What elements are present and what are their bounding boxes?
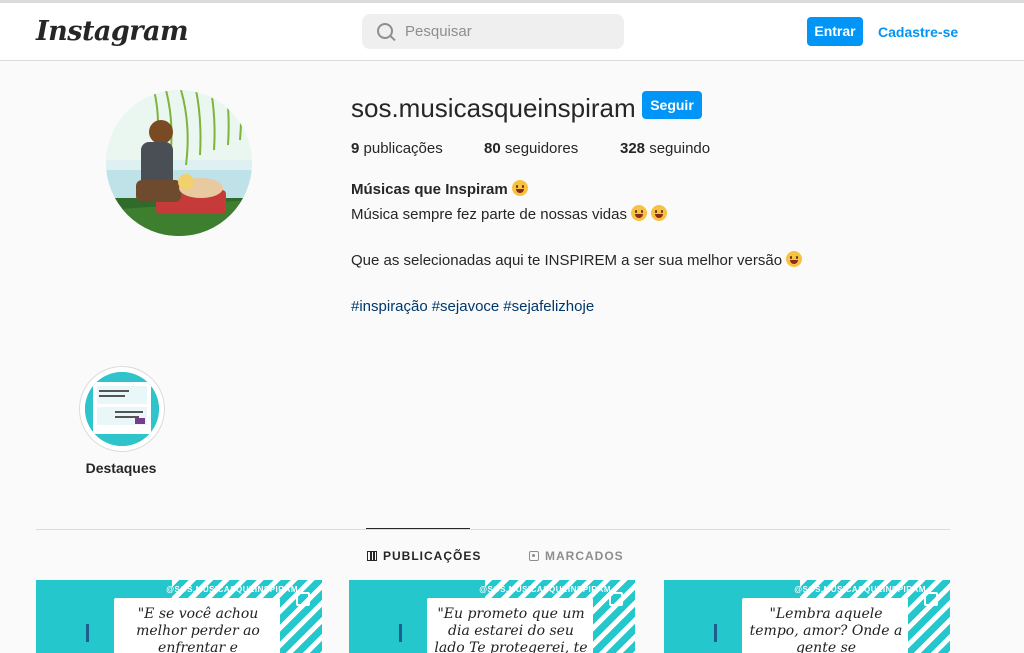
search-input[interactable]: Pesquisar xyxy=(362,14,624,49)
stat-followers[interactable]: 80 seguidores xyxy=(484,140,578,157)
stat-following-label: seguindo xyxy=(649,140,711,157)
hashtag-link[interactable]: #sejafelizhoje xyxy=(503,298,594,315)
avatar-illustration xyxy=(106,90,252,236)
post-handle: @SOS.MUSICASQUEINSPIRAM xyxy=(166,585,298,594)
stat-posts-count: 9 xyxy=(351,140,360,157)
wink-tongue-emoji-icon xyxy=(650,205,667,221)
top-navbar: Instagram Pesquisar Entrar Cadastre-se xyxy=(0,3,1024,61)
follow-button[interactable]: Seguir xyxy=(642,91,702,119)
search-placeholder: Pesquisar xyxy=(405,23,472,40)
tabs-divider xyxy=(36,529,950,530)
stat-posts[interactable]: 9 publicações xyxy=(351,140,443,157)
bio-name: Músicas que Inspiram xyxy=(351,180,528,198)
post-thumbnail[interactable]: @SOS.MUSICASQUEINSPIRAM "Lembra aquele t… xyxy=(664,580,950,653)
grin-emoji-icon xyxy=(511,180,528,196)
highlight-label: Destaques xyxy=(85,460,157,476)
stat-following-count: 328 xyxy=(620,140,646,157)
post-thumbnail[interactable]: @SOS.MUSICASQUEINSPIRAM "E se você achou… xyxy=(36,580,322,653)
post-quote: "Lembra aquele tempo, amor? Onde a gente… xyxy=(749,606,903,653)
post-handle: @SOS.MUSICASQUEINSPIRAM xyxy=(794,585,926,594)
profile-username: sos.musicasqueinspiram xyxy=(351,93,636,123)
tab-marcados[interactable]: MARCADOS xyxy=(529,549,624,563)
login-button[interactable]: Entrar xyxy=(807,17,863,46)
bio-line-1: Música sempre fez parte de nossas vidas xyxy=(351,205,667,223)
carousel-icon xyxy=(296,592,310,606)
post-handle: @SOS.MUSICASQUEINSPIRAM xyxy=(479,585,611,594)
stat-posts-label: publicações xyxy=(363,140,443,157)
bio-line-2-text: Que as selecionadas aqui te INSPIREM a s… xyxy=(351,252,783,269)
active-tab-indicator xyxy=(366,528,470,529)
relieved-emoji-icon xyxy=(786,251,803,267)
tab-marcados-label: MARCADOS xyxy=(545,549,624,563)
music-note-icon xyxy=(86,624,99,642)
bio-hashtags: #inspiração #sejavoce #sejafelizhoje xyxy=(351,298,598,315)
story-highlight[interactable] xyxy=(79,366,165,452)
tab-publicacoes[interactable]: PUBLICAÇÕES xyxy=(367,549,481,563)
music-note-icon xyxy=(399,624,412,642)
bio-line-2: Que as selecionadas aqui te INSPIREM a s… xyxy=(351,251,803,269)
highlight-cover-art xyxy=(85,372,159,446)
tag-icon xyxy=(529,551,539,561)
music-note-icon xyxy=(714,624,727,642)
carousel-icon xyxy=(924,592,938,606)
signup-link[interactable]: Cadastre-se xyxy=(878,24,958,40)
hashtag-link[interactable]: #sejavoce xyxy=(432,298,500,315)
instagram-logo[interactable]: Instagram xyxy=(36,16,189,47)
stat-followers-label: seguidores xyxy=(504,140,579,157)
grid-icon xyxy=(367,551,377,561)
bio-name-text: Músicas que Inspiram xyxy=(351,181,508,198)
search-icon xyxy=(377,23,393,39)
grin-emoji-icon xyxy=(630,205,647,221)
post-quote: "Eu prometo que um dia estarei do seu la… xyxy=(434,606,588,653)
highlight-cover xyxy=(85,372,159,446)
video-icon xyxy=(609,592,623,606)
tab-publicacoes-label: PUBLICAÇÕES xyxy=(383,549,482,563)
stat-followers-count: 80 xyxy=(484,140,501,157)
stat-following[interactable]: 328 seguindo xyxy=(620,140,710,157)
hashtag-link[interactable]: #inspiração xyxy=(351,298,428,315)
post-thumbnail[interactable]: @SOS.MUSICASQUEINSPIRAM "Eu prometo que … xyxy=(349,580,635,653)
profile-avatar[interactable] xyxy=(106,90,252,236)
post-quote: "E se você achou melhor perder ao enfren… xyxy=(136,606,260,653)
bio-line-1-text: Música sempre fez parte de nossas vidas xyxy=(351,206,627,223)
